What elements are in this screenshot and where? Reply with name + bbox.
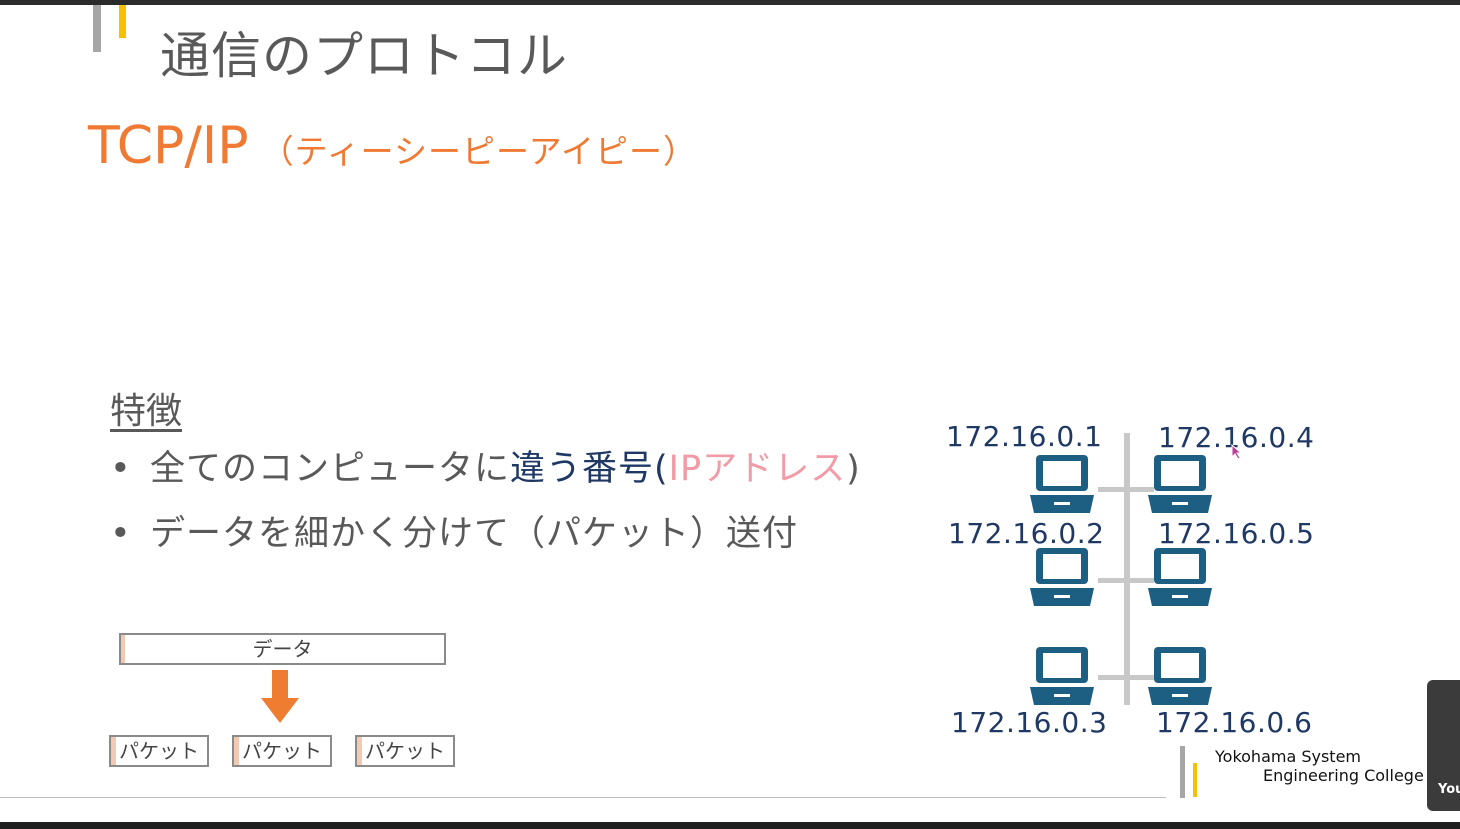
window-top-bar — [0, 0, 1460, 5]
slide-title: 通信のプロトコル — [160, 27, 568, 85]
subtitle-reading: （ティーシーピーアイピー） — [260, 132, 697, 171]
laptop-icon — [1030, 647, 1094, 705]
features-heading: 特徴 — [110, 391, 183, 432]
bullet-2-text: データを細かく分けて（パケット）送付 — [150, 514, 799, 554]
down-arrow-icon — [261, 670, 299, 723]
bullet-1-post: ) — [846, 449, 861, 489]
packet-box: パケット — [232, 735, 332, 767]
bullet-marker: • — [110, 514, 132, 554]
data-box: データ — [119, 633, 446, 665]
laptop-icon — [1030, 455, 1094, 513]
packet-box: パケット — [355, 735, 455, 767]
bullet-item-ip: • 全てのコンピュータに違う番号(IPアドレス) — [110, 440, 861, 491]
participant-video-tile[interactable]: You — [1427, 680, 1460, 811]
laptop-icon — [1148, 455, 1212, 513]
participant-name: You — [1438, 782, 1460, 797]
laptop-icon — [1148, 647, 1212, 705]
logo-text-line2: Engineering College — [1263, 766, 1424, 785]
mouse-cursor-icon — [1231, 444, 1243, 460]
network-diagram — [1030, 433, 1212, 705]
network-link — [1098, 578, 1154, 583]
network-backbone — [1124, 433, 1130, 705]
laptop-icon — [1030, 548, 1094, 606]
logo-text-line1: Yokohama System — [1215, 747, 1362, 766]
title-accent-grey — [93, 5, 101, 52]
bullet-1-highlight-pink: IPアドレス — [668, 449, 847, 489]
bullet-marker: • — [110, 449, 132, 489]
bullet-1-pre: 全てのコンピュータに — [150, 449, 511, 489]
logo-mark-yellow — [1193, 763, 1197, 797]
subtitle-main: TCP/IP — [88, 116, 249, 176]
packet-box: パケット — [109, 735, 209, 767]
laptop-icon — [1148, 548, 1212, 606]
slide-subtitle: TCP/IP （ティーシーピーアイピー） — [88, 116, 697, 176]
footer-divider — [0, 797, 1166, 798]
title-accent-yellow — [119, 5, 126, 38]
network-link — [1098, 487, 1154, 492]
logo-mark-grey — [1180, 746, 1185, 798]
bullet-1-highlight-blue: 違う番号( — [510, 449, 669, 489]
bullet-item-packet: • データを細かく分けて（パケット）送付 — [110, 505, 798, 556]
window-bottom-bar — [0, 822, 1460, 829]
network-link — [1098, 675, 1154, 680]
